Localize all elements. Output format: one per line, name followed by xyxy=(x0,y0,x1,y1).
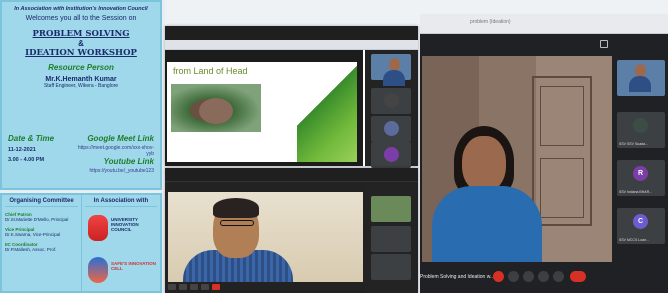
mic-off-icon[interactable] xyxy=(493,271,504,282)
window-titlebar xyxy=(165,168,418,182)
hang-up-icon[interactable] xyxy=(570,271,586,282)
participant-tile[interactable] xyxy=(371,254,411,280)
resource-person-label: Resource Person xyxy=(48,63,114,72)
participant-tile[interactable]: C SSV MCCS Loan... xyxy=(617,208,665,244)
poster-title-ideation: IDEATION WORKSHOP xyxy=(25,48,137,58)
assoc-name-2: SAFE'S INNOVATION CELL xyxy=(111,261,156,271)
resource-person-role: Staff Engineer, Wikera - Banglore xyxy=(43,83,119,89)
avatar xyxy=(384,93,399,108)
speaker-face xyxy=(462,136,506,192)
present-icon[interactable] xyxy=(538,271,549,282)
participant-sidebar xyxy=(365,50,418,168)
participant-name: SSV Indiana BHAR... xyxy=(619,190,653,194)
poster-ampersand: & xyxy=(78,39,84,48)
org-name-1: Dr.Sr.Mariette D'Mello, Principal xyxy=(5,217,69,222)
meet-link[interactable]: https://meet.google.com/xxx-shov-yyb xyxy=(76,145,154,157)
avatar xyxy=(384,121,399,136)
presenter-glasses xyxy=(220,220,254,226)
avatar xyxy=(384,147,399,162)
meet-window-slides: from Land of Head xyxy=(165,26,418,168)
meet-controls xyxy=(168,283,363,291)
youtube-link-label: Youtube Link xyxy=(103,157,154,166)
avatar xyxy=(633,118,648,133)
association-partners: In Association with UNIVERSITY INNOVATIO… xyxy=(81,195,160,291)
present-icon[interactable] xyxy=(201,284,209,290)
avatar: C xyxy=(633,214,648,229)
event-poster: In Association with Institution's Innova… xyxy=(0,0,162,190)
background-door xyxy=(532,76,592,226)
browser-bar: problem (Ideation) xyxy=(420,14,668,34)
meet-link-label: Google Meet Link xyxy=(87,134,154,143)
participant-video-icon xyxy=(381,56,407,86)
participant-tile[interactable] xyxy=(371,196,411,222)
date-label: Date & Time xyxy=(8,134,55,143)
participant-tile[interactable] xyxy=(371,88,411,114)
hang-up-icon[interactable] xyxy=(212,284,220,290)
top-strip-right xyxy=(420,0,668,14)
avatar: R xyxy=(633,166,648,181)
participant-name: SSV MCCS Loan... xyxy=(619,238,649,242)
youtube-link[interactable]: https://youtu.be/_youtube123 xyxy=(76,168,155,174)
mic-icon[interactable] xyxy=(168,284,176,290)
screenshot-collage: In Association with Institution's Innova… xyxy=(0,0,668,293)
presenter-hair xyxy=(213,198,259,218)
participant-tile[interactable]: SSV SSV Suada... xyxy=(617,112,665,148)
camera-icon[interactable] xyxy=(179,284,187,290)
participant-tile[interactable] xyxy=(371,226,411,252)
participant-name: SSV SSV Suada... xyxy=(619,142,648,146)
meet-window-presenter xyxy=(165,168,418,293)
meet-window-main: problem (Ideation) SSV SSV Suada... R SS… xyxy=(420,14,668,293)
slide-green-decoration xyxy=(297,62,357,162)
participant-sidebar: SSV SSV Suada... R SSV Indiana BHAR... C… xyxy=(614,56,668,262)
speaker-video xyxy=(422,56,612,262)
tab-title[interactable]: problem (Ideation) xyxy=(470,19,511,25)
org-name-2: Dr.K.Swarna, Vice-Principal xyxy=(5,232,61,237)
camera-icon[interactable] xyxy=(508,271,519,282)
participant-sidebar xyxy=(365,182,418,293)
shared-screen: from Land of Head xyxy=(165,50,363,166)
time-value: 3.00 - 4.00 PM xyxy=(8,157,45,163)
poster-committee: Organising Committee Chief Patron Dr.Sr.… xyxy=(0,193,162,293)
participant-tile[interactable] xyxy=(371,116,411,142)
assoc-name-1: UNIVERSITY INNOVATION COUNCIL xyxy=(111,217,139,232)
window-titlebar xyxy=(165,26,418,40)
meet-control-bar: Problem Solving and Ideation w... xyxy=(420,262,668,293)
pin-icon[interactable] xyxy=(600,40,608,48)
participant-tile[interactable] xyxy=(617,60,665,96)
participant-tile[interactable] xyxy=(371,54,411,86)
innovation-cell-logo-icon xyxy=(88,257,108,283)
org-name-3: Dr.P.Mallesh, Assoc. Prof. xyxy=(5,247,57,252)
slide-title: from Land of Head xyxy=(173,66,248,76)
poster-association: In Association with Institution's Innova… xyxy=(14,6,148,12)
organising-title: Organising Committee xyxy=(5,198,78,207)
uic-logo-icon xyxy=(88,215,108,241)
participant-tile[interactable]: R SSV Indiana BHAR... xyxy=(617,160,665,196)
poster-details-row: Date & Time 11-12-2021 3.00 - 4.00 PM Go… xyxy=(8,134,154,174)
poster-date-column: Date & Time 11-12-2021 3.00 - 4.00 PM xyxy=(8,134,76,174)
more-options-icon[interactable] xyxy=(553,271,564,282)
speaker-body xyxy=(432,186,542,262)
poster-links-column: Google Meet Link https://meet.google.com… xyxy=(76,134,154,174)
participant-video-icon xyxy=(627,62,653,92)
resource-person-name: Mr.K.Hemanth Kumar xyxy=(45,76,117,83)
date-value: 11-12-2021 xyxy=(8,147,36,153)
participant-tile[interactable] xyxy=(371,142,411,168)
captions-icon[interactable] xyxy=(523,271,534,282)
browser-tabs[interactable] xyxy=(165,40,418,50)
captions-icon[interactable] xyxy=(190,284,198,290)
meeting-title: Problem Solving and Ideation w... xyxy=(420,274,495,280)
poster-welcome: Welcomes you all to the Session on xyxy=(25,15,137,22)
organising-committee: Organising Committee Chief Patron Dr.Sr.… xyxy=(2,195,81,291)
slide-photo xyxy=(171,84,261,132)
top-strip xyxy=(165,0,420,26)
presenter-video xyxy=(168,192,363,282)
presentation-slide: from Land of Head xyxy=(167,62,357,162)
poster-title-problem-solving: PROBLEM SOLVING xyxy=(32,29,130,39)
association-title: In Association with xyxy=(85,198,157,207)
